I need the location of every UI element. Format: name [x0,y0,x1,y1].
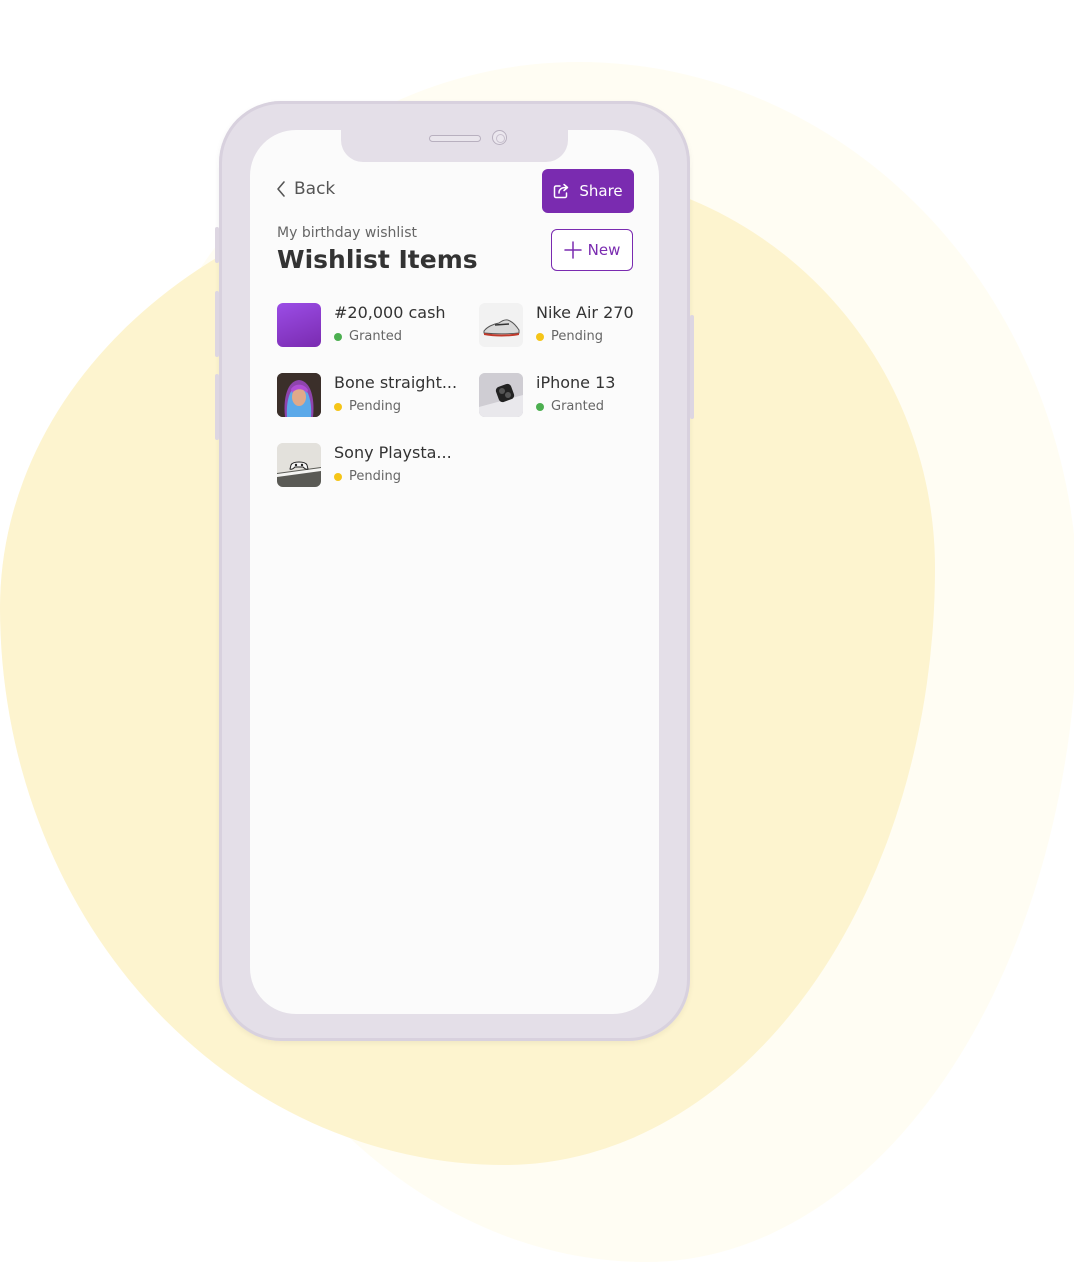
new-item-button[interactable]: New [551,229,633,271]
page-title: Wishlist Items [277,245,478,274]
status-dot [536,402,544,411]
item-thumbnail-cash [277,303,321,347]
phone-mute-switch [215,227,219,263]
chevron-left-icon [277,181,285,197]
front-camera [492,130,507,145]
wishlist-item[interactable]: iPhone 13 Granted [479,372,659,418]
wishlist-item[interactable]: #20,000 cash Granted [277,302,467,348]
wishlist-item[interactable]: Sony Playsta... Pending [277,442,467,488]
status-label: Pending [349,469,401,484]
phone-frame: Back Share My birthday wishlist Wishlist… [215,101,694,1041]
status-dot [334,472,342,481]
wishlist-item[interactable]: Bone straight... Pending [277,372,467,418]
status-label: Pending [551,329,603,344]
wishlist-item[interactable]: Nike Air 270 Pending [479,302,659,348]
speaker-grille [429,135,481,142]
phone-screen: Back Share My birthday wishlist Wishlist… [250,130,659,1014]
item-name: #20,000 cash [334,303,446,322]
item-name: iPhone 13 [536,373,616,392]
phone-power-button [690,315,694,419]
status-badge: Pending [334,469,401,484]
back-button[interactable]: Back [276,178,335,200]
status-label: Granted [349,329,402,344]
item-thumbnail-sneaker [479,303,523,347]
back-label: Back [294,179,336,199]
phone-volume-up [215,291,219,357]
new-label: New [587,241,621,259]
status-label: Pending [349,399,401,414]
status-badge: Granted [334,329,402,344]
status-dot [334,402,342,411]
plus-icon [563,241,582,259]
item-thumbnail-wig [277,373,321,417]
wishlist-subtitle: My birthday wishlist [277,225,417,241]
item-name: Bone straight... [334,373,458,392]
item-thumbnail-console [277,443,321,487]
share-icon [554,183,569,199]
status-label: Granted [551,399,604,414]
item-thumbnail-phone [479,373,523,417]
status-badge: Pending [334,399,401,414]
share-button[interactable]: Share [542,169,634,213]
status-badge: Pending [536,329,603,344]
phone-volume-down [215,374,219,440]
phone-notch [341,130,568,162]
share-label: Share [579,182,623,200]
item-name: Nike Air 270 [536,303,634,322]
item-name: Sony Playsta... [334,443,452,462]
status-badge: Granted [536,399,604,414]
status-dot [334,332,342,341]
status-dot [536,332,544,341]
